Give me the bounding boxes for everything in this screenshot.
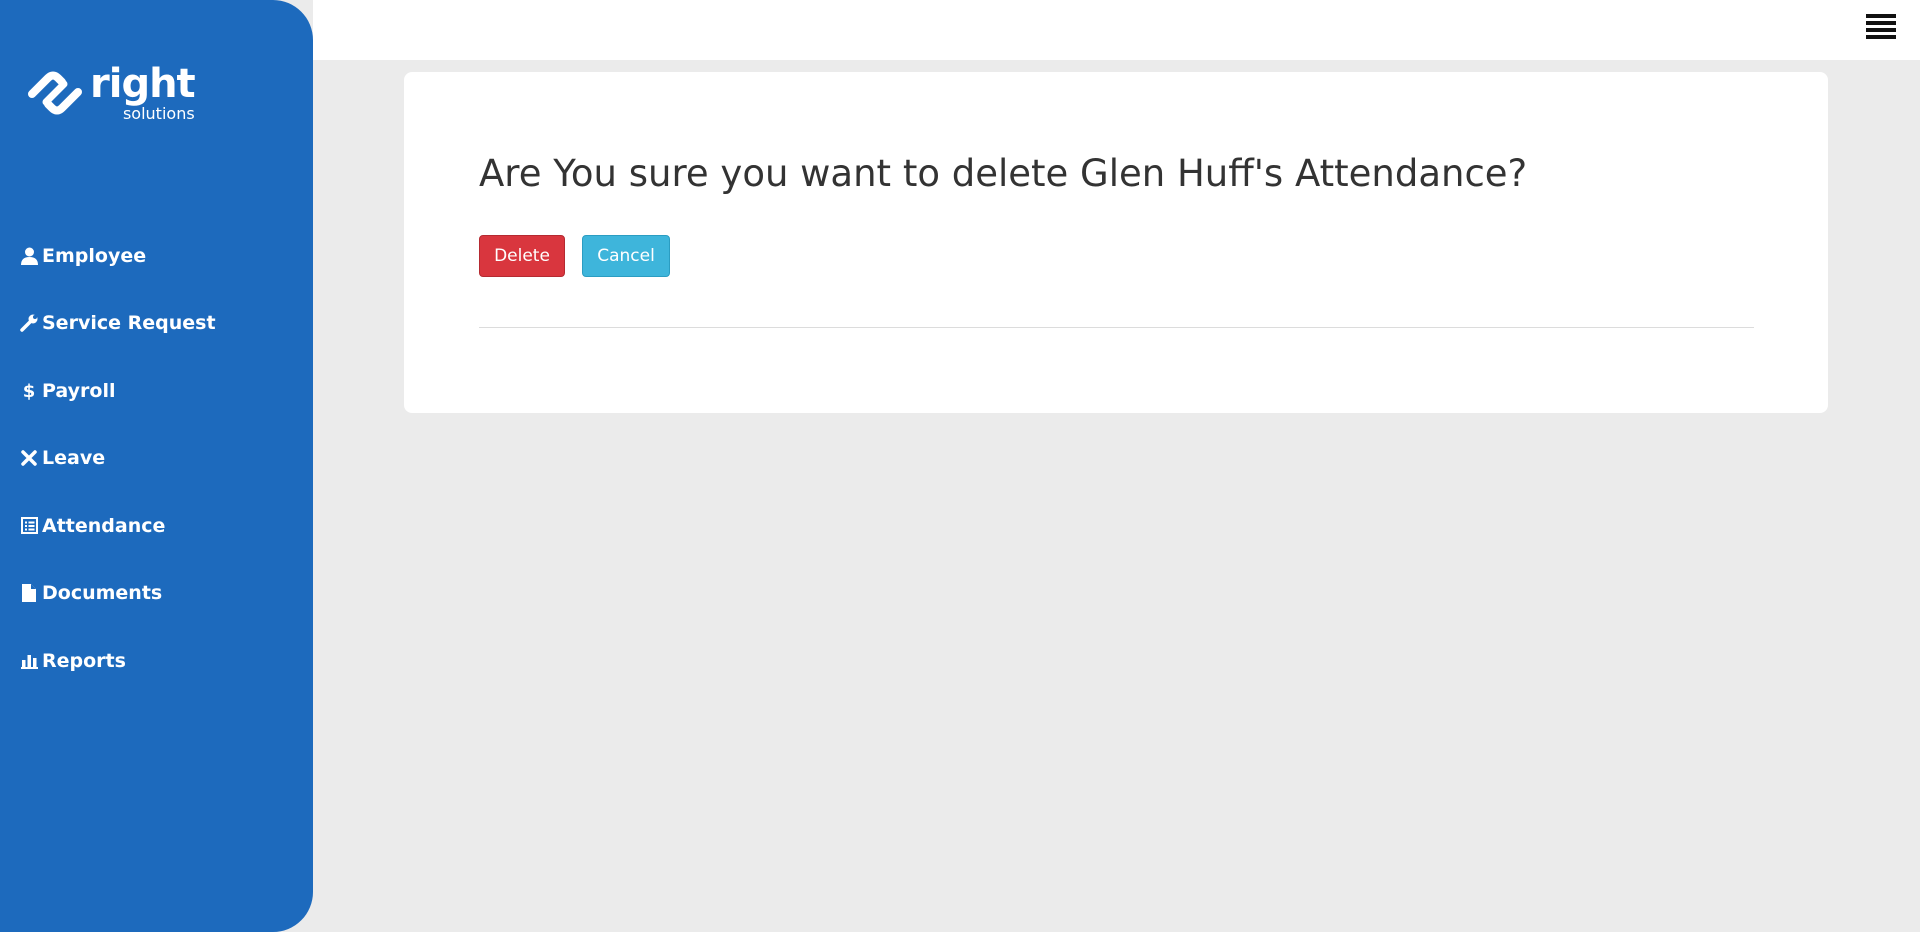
top-bar <box>313 0 1920 60</box>
file-icon <box>19 583 39 603</box>
sidebar-item-payroll[interactable]: $ Payroll <box>0 357 313 425</box>
bar-chart-icon <box>19 651 39 671</box>
sidebar-item-documents[interactable]: Documents <box>0 560 313 628</box>
logo-mark-icon <box>28 71 82 115</box>
sidebar-item-service-request[interactable]: Service Request <box>0 290 313 358</box>
wrench-icon <box>19 313 39 333</box>
list-icon <box>19 516 39 536</box>
brand-logo[interactable]: right solutions <box>26 61 196 123</box>
user-icon <box>19 246 39 266</box>
sidebar-item-employee[interactable]: Employee <box>0 222 313 290</box>
dollar-icon: $ <box>19 381 39 401</box>
sidebar-item-label: Attendance <box>42 514 166 537</box>
sidebar-item-label: Documents <box>42 582 163 605</box>
sidebar-nav: Employee Service Request $ Payroll Leave… <box>0 222 313 695</box>
sidebar: right solutions Employee Service Request… <box>0 0 313 932</box>
sidebar-item-label: Reports <box>42 649 126 672</box>
sidebar-item-label: Payroll <box>42 379 116 402</box>
confirmation-title: Are You sure you want to delete Glen Huf… <box>479 152 1528 195</box>
close-icon <box>19 448 39 468</box>
sidebar-item-label: Employee <box>42 244 147 267</box>
sidebar-item-reports[interactable]: Reports <box>0 627 313 695</box>
divider <box>479 327 1754 328</box>
hamburger-menu-icon[interactable] <box>1866 14 1896 40</box>
sidebar-item-leave[interactable]: Leave <box>0 425 313 493</box>
svg-text:$: $ <box>23 381 36 401</box>
delete-button[interactable]: Delete <box>479 235 565 277</box>
delete-confirmation-card: Are You sure you want to delete Glen Huf… <box>404 72 1828 413</box>
cancel-button[interactable]: Cancel <box>582 235 670 277</box>
brand-tagline: solutions <box>122 104 195 123</box>
sidebar-item-label: Leave <box>42 447 106 470</box>
sidebar-item-label: Service Request <box>42 312 216 335</box>
sidebar-item-attendance[interactable]: Attendance <box>0 492 313 560</box>
brand-name: right <box>90 61 196 107</box>
